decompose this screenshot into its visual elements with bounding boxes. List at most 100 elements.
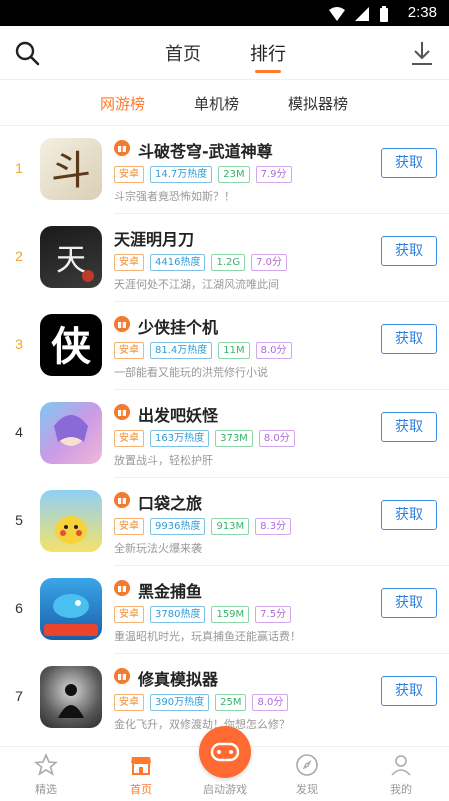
gift-icon: [114, 404, 130, 420]
nav-label: 我的: [390, 783, 412, 796]
app-name: 修真模拟器: [138, 670, 219, 689]
app-icon: 斗: [40, 138, 102, 200]
star-icon: [34, 753, 58, 776]
user-icon: [391, 755, 411, 776]
get-button[interactable]: 获取: [381, 236, 437, 266]
platform-tag: 安卓: [114, 430, 144, 447]
signal-icon: [355, 7, 369, 21]
platform-tag: 安卓: [114, 694, 144, 711]
rank-number: 6: [15, 600, 23, 616]
rank-number: 2: [15, 248, 23, 264]
app-icon: [40, 490, 102, 552]
list-item[interactable]: 3 侠 少侠挂个机 安卓 81.4万热度 11M 8.0分 一部能看又能玩的洪荒…: [0, 302, 449, 390]
app-name: 出发吧妖怪: [138, 406, 219, 425]
app-name: 黑金捕鱼: [138, 582, 203, 601]
score-tag: 7.9分: [255, 166, 292, 183]
size-tag: 373M: [215, 430, 253, 447]
store-icon: [131, 757, 151, 775]
app-tags: 安卓 9936热度 913M 8.3分: [114, 518, 292, 535]
search-icon[interactable]: [14, 40, 40, 66]
nav-label: 发现: [296, 783, 318, 796]
score-tag: 8.0分: [258, 430, 295, 447]
app-tags: 安卓 14.7万热度 23M 7.9分: [114, 166, 292, 183]
score-tag: 8.3分: [255, 518, 292, 535]
rank-number: 7: [15, 688, 23, 704]
size-tag: 159M: [211, 606, 250, 623]
platform-tag: 安卓: [114, 518, 144, 535]
get-button[interactable]: 获取: [381, 148, 437, 178]
score-tag: 8.0分: [255, 342, 292, 359]
launch-game-button[interactable]: [199, 726, 251, 778]
heat-tag: 163万热度: [150, 430, 210, 447]
app-icon: [40, 578, 102, 640]
subtab-emulator[interactable]: 模拟器榜: [288, 93, 348, 114]
get-button[interactable]: 获取: [381, 588, 437, 618]
download-icon[interactable]: [409, 40, 435, 66]
get-button[interactable]: 获取: [381, 324, 437, 354]
list-item[interactable]: 2 天 天涯明月刀 安卓 4416热度 1.2G 7.0分 天涯何处不江湖，江湖…: [0, 214, 449, 302]
heat-tag: 9936热度: [150, 518, 206, 535]
nav-label: 精选: [35, 783, 57, 796]
heat-tag: 4416热度: [150, 254, 206, 271]
top-header: 首页 排行: [0, 26, 449, 80]
svg-text:侠: 侠: [51, 324, 92, 370]
app-tags: 安卓 4416热度 1.2G 7.0分: [114, 254, 288, 271]
app-description: 一部能看又能玩的洪荒修行小说: [114, 366, 268, 379]
size-tag: 25M: [215, 694, 247, 711]
app-description: 重温昭机时光，玩真捕鱼还能赢话费！: [114, 630, 301, 643]
list-item[interactable]: 5 口袋之旅 安卓 9936热度 913M 8.3分 全新玩法火爆来袭 获取: [0, 478, 449, 566]
score-tag: 8.0分: [252, 694, 289, 711]
gift-icon: [114, 580, 130, 596]
nav-label: 启动游戏: [203, 783, 247, 796]
status-bar: 2:38: [0, 0, 449, 26]
nav-home[interactable]: 首页: [106, 747, 176, 801]
app-icon: 天: [40, 226, 102, 288]
subtab-online-games[interactable]: 网游榜: [100, 93, 145, 114]
size-tag: 23M: [218, 166, 250, 183]
app-name: 天涯明月刀: [114, 230, 195, 249]
get-button[interactable]: 获取: [381, 676, 437, 706]
app-icon: [40, 666, 102, 728]
size-tag: 1.2G: [211, 254, 246, 271]
status-icons: [329, 6, 389, 22]
rank-number: 3: [15, 336, 23, 352]
svg-text:斗: 斗: [51, 148, 91, 194]
score-tag: 7.5分: [255, 606, 292, 623]
app-tags: 安卓 163万热度 373M 8.0分: [114, 430, 295, 447]
platform-tag: 安卓: [114, 166, 144, 183]
app-name: 少侠挂个机: [138, 318, 219, 337]
rank-number: 4: [15, 424, 23, 440]
app-icon: 侠: [40, 314, 102, 376]
subtab-single-player[interactable]: 单机榜: [194, 93, 239, 114]
app-tags: 安卓 390万热度 25M 8.0分: [114, 694, 289, 711]
get-button[interactable]: 获取: [381, 412, 437, 442]
platform-tag: 安卓: [114, 606, 144, 623]
app-description: 天涯何处不江湖，江湖风流唯此间: [114, 278, 279, 291]
tab-home[interactable]: 首页: [165, 40, 201, 66]
nav-discover[interactable]: 发现: [272, 747, 342, 801]
list-item[interactable]: 1 斗 斗破苍穹-武道神尊 安卓 14.7万热度 23M 7.9分 斗宗强者竟恐…: [0, 126, 449, 214]
rank-number: 5: [15, 512, 23, 528]
heat-tag: 390万热度: [150, 694, 210, 711]
wifi-icon: [329, 7, 345, 21]
app-description: 斗宗强者竟恐怖如斯？！: [114, 190, 235, 203]
app-description: 全新玩法火爆来袭: [114, 542, 202, 555]
nav-featured[interactable]: 精选: [11, 747, 81, 801]
list-item[interactable]: 6 黑金捕鱼 安卓 3780热度 159M 7.5分 重温昭机时光，玩真捕鱼还能…: [0, 566, 449, 654]
heat-tag: 81.4万热度: [150, 342, 213, 359]
score-tag: 7.0分: [251, 254, 288, 271]
app-name: 口袋之旅: [138, 494, 203, 513]
ranking-subtabs: 网游榜 单机榜 模拟器榜: [0, 80, 449, 126]
heat-tag: 3780热度: [150, 606, 206, 623]
svg-text:天: 天: [56, 243, 86, 278]
nav-label: 首页: [130, 783, 152, 796]
app-icon: [40, 402, 102, 464]
nav-mine[interactable]: 我的: [366, 747, 436, 801]
get-button[interactable]: 获取: [381, 500, 437, 530]
tab-ranking[interactable]: 排行: [250, 40, 286, 66]
app-name: 斗破苍穹-武道神尊: [138, 142, 273, 161]
heat-tag: 14.7万热度: [150, 166, 213, 183]
gift-icon: [114, 140, 130, 156]
tab-active-indicator: [255, 70, 281, 73]
list-item[interactable]: 4 出发吧妖怪 安卓 163万热度 373M 8.0分 放置战斗，轻松护肝 获取: [0, 390, 449, 478]
